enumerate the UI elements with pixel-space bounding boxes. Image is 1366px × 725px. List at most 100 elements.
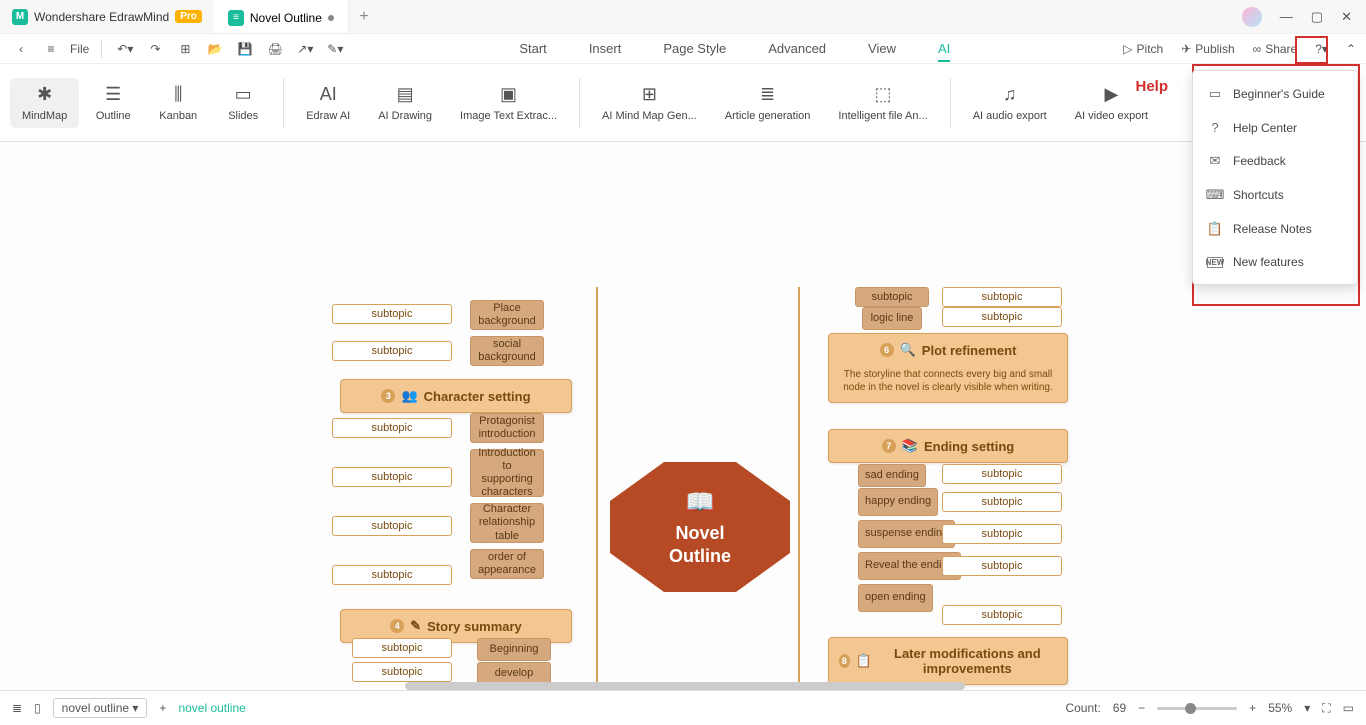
edit-button[interactable]: ✎▾ (324, 38, 346, 60)
subtopic-sad[interactable]: subtopic (942, 464, 1062, 484)
node-open[interactable]: open ending (858, 584, 933, 612)
menu-ai[interactable]: AI (938, 41, 950, 62)
print-button[interactable]: 🖨 (264, 38, 286, 60)
subtopic-begin[interactable]: subtopic (352, 638, 452, 658)
close-button[interactable]: ✕ (1341, 9, 1352, 25)
subtopic-order[interactable]: subtopic (332, 565, 452, 585)
menu-advanced[interactable]: Advanced (768, 41, 826, 56)
minimize-button[interactable]: — (1280, 9, 1293, 24)
help-dropdown: ▭Beginner's Guide ?Help Center ✉Feedback… (1192, 70, 1358, 285)
help-center-icon: ? (1207, 120, 1223, 135)
undo-button[interactable]: ↶▾ (114, 38, 136, 60)
publish-button[interactable]: ✈ Publish (1181, 42, 1234, 56)
subtopic-happy[interactable]: subtopic (942, 492, 1062, 512)
node-order[interactable]: order of appearance (470, 549, 544, 579)
new-tab-button[interactable]: + (349, 0, 379, 33)
count-label: Count: (1065, 701, 1100, 715)
node-place[interactable]: Place background (470, 300, 544, 330)
help-menu-center[interactable]: ?Help Center (1193, 111, 1357, 144)
help-menu-beginners[interactable]: ▭Beginner's Guide (1193, 77, 1357, 111)
node-logic[interactable]: logic line (862, 307, 922, 330)
horizontal-scrollbar[interactable] (405, 682, 965, 690)
collapse-ribbon-button[interactable]: ⌃ (1346, 42, 1356, 56)
subtopic-develop[interactable]: subtopic (352, 662, 452, 682)
mindmap-icon: ✱ (34, 84, 56, 106)
file-menu[interactable]: File (70, 42, 89, 56)
subtopic-social[interactable]: subtopic (332, 341, 452, 361)
plot-description: The storyline that connects every big an… (839, 368, 1057, 394)
export-button[interactable]: ↗▾ (294, 38, 316, 60)
menu-insert[interactable]: Insert (589, 41, 622, 56)
subtopic-top[interactable]: subtopic (942, 287, 1062, 307)
node-rel[interactable]: Character relationship table (470, 503, 544, 543)
menu-start[interactable]: Start (519, 41, 546, 56)
ribbon-article[interactable]: ≣Article generation (713, 78, 823, 128)
open-button[interactable]: 📂 (204, 38, 226, 60)
zoom-in-button[interactable]: + (1249, 701, 1256, 715)
help-menu-release[interactable]: 📋Release Notes (1193, 212, 1357, 246)
subtopic-open[interactable]: subtopic (942, 605, 1062, 625)
node-begin[interactable]: Beginning (477, 638, 551, 661)
subtopic-place[interactable]: subtopic (332, 304, 452, 324)
ribbon-intel-file[interactable]: ⬚Intelligent file An... (826, 78, 939, 128)
quick-toolbar: ‹ ≡ File ↶▾ ↷ ⊞ 📂 💾 🖨 ↗▾ ✎▾ Start Insert… (0, 34, 1366, 64)
node-social[interactable]: social background (470, 336, 544, 366)
document-tab[interactable]: ≡ Novel Outline (214, 0, 349, 33)
share-button[interactable]: ∞ Share (1253, 42, 1298, 56)
canvas[interactable]: 📖 Novel Outline Place background subtopi… (0, 142, 1366, 690)
back-button[interactable]: ‹ (10, 38, 32, 60)
sb-add-button[interactable]: + (159, 701, 166, 715)
ribbon-ai-drawing[interactable]: ▤AI Drawing (366, 78, 444, 128)
maximize-button[interactable]: ▢ (1311, 9, 1323, 25)
outline-name[interactable]: novel outline (178, 701, 245, 715)
release-icon: 📋 (1207, 221, 1223, 237)
branch-character[interactable]: 3👥 Character setting (340, 379, 572, 413)
subtopic-susp[interactable]: subtopic (942, 524, 1062, 544)
branch-later[interactable]: 8📋 Later modifications and improvements (828, 637, 1068, 685)
fit-button[interactable]: ▭ (1343, 701, 1354, 715)
menu-view[interactable]: View (868, 41, 896, 56)
zoom-out-button[interactable]: − (1138, 701, 1145, 715)
fullscreen-button[interactable]: ⛶ (1322, 701, 1330, 716)
ribbon-ai-mindmap[interactable]: ⊞AI Mind Map Gen... (590, 78, 709, 128)
node-sad[interactable]: sad ending (858, 464, 926, 487)
outline-icon: ☰ (102, 84, 124, 106)
zoom-slider[interactable] (1157, 707, 1237, 710)
video-icon: ▶ (1100, 84, 1122, 106)
ribbon-outline[interactable]: ☰Outline (83, 78, 143, 128)
sb-outline-icon[interactable]: ≣ (12, 701, 22, 715)
pitch-button[interactable]: ▷ Pitch (1123, 42, 1163, 56)
ribbon-img-text[interactable]: ▣Image Text Extrac... (448, 78, 569, 128)
node-happy[interactable]: happy ending (858, 488, 938, 516)
doc-title: Novel Outline (250, 11, 322, 25)
user-avatar[interactable] (1242, 7, 1262, 27)
redo-button[interactable]: ↷ (144, 38, 166, 60)
subtopic-protag[interactable]: subtopic (332, 418, 452, 438)
subtopic-reveal[interactable]: subtopic (942, 556, 1062, 576)
subtopic-logic[interactable]: subtopic (942, 307, 1062, 327)
book-icon: 📖 (685, 488, 715, 517)
center-node[interactable]: 📖 Novel Outline (610, 462, 790, 592)
ribbon-kanban[interactable]: ⫼Kanban (147, 78, 209, 128)
branch-plot[interactable]: 6🔍 Plot refinement The storyline that co… (828, 333, 1068, 403)
ribbon-mindmap[interactable]: ✱MindMap (10, 78, 79, 128)
help-menu-feedback[interactable]: ✉Feedback (1193, 144, 1357, 178)
ribbon-edraw-ai[interactable]: AIEdraw AI (294, 78, 362, 128)
node-protag[interactable]: Protagonist introduction (470, 413, 544, 443)
sb-panel-icon[interactable]: ▯ (34, 701, 41, 715)
template-selector[interactable]: novel outline ▾ (53, 698, 148, 718)
node-susp[interactable]: suspense ending (858, 520, 955, 548)
save-button[interactable]: 💾 (234, 38, 256, 60)
new-button[interactable]: ⊞ (174, 38, 196, 60)
ribbon-slides[interactable]: ▭Slides (213, 78, 273, 128)
menu-page-style[interactable]: Page Style (663, 41, 726, 56)
subtopic-rel[interactable]: subtopic (332, 516, 452, 536)
node-support[interactable]: Introduction to supporting characters (470, 449, 544, 497)
branch-ending[interactable]: 7📚 Ending setting (828, 429, 1068, 463)
node-topsub[interactable]: subtopic (855, 287, 929, 307)
hamburger-icon[interactable]: ≡ (40, 38, 62, 60)
help-menu-new[interactable]: NEWNew features (1193, 246, 1357, 278)
help-menu-shortcuts[interactable]: ⌨Shortcuts (1193, 178, 1357, 212)
ribbon-audio[interactable]: ♫AI audio export (961, 78, 1059, 128)
subtopic-support[interactable]: subtopic (332, 467, 452, 487)
